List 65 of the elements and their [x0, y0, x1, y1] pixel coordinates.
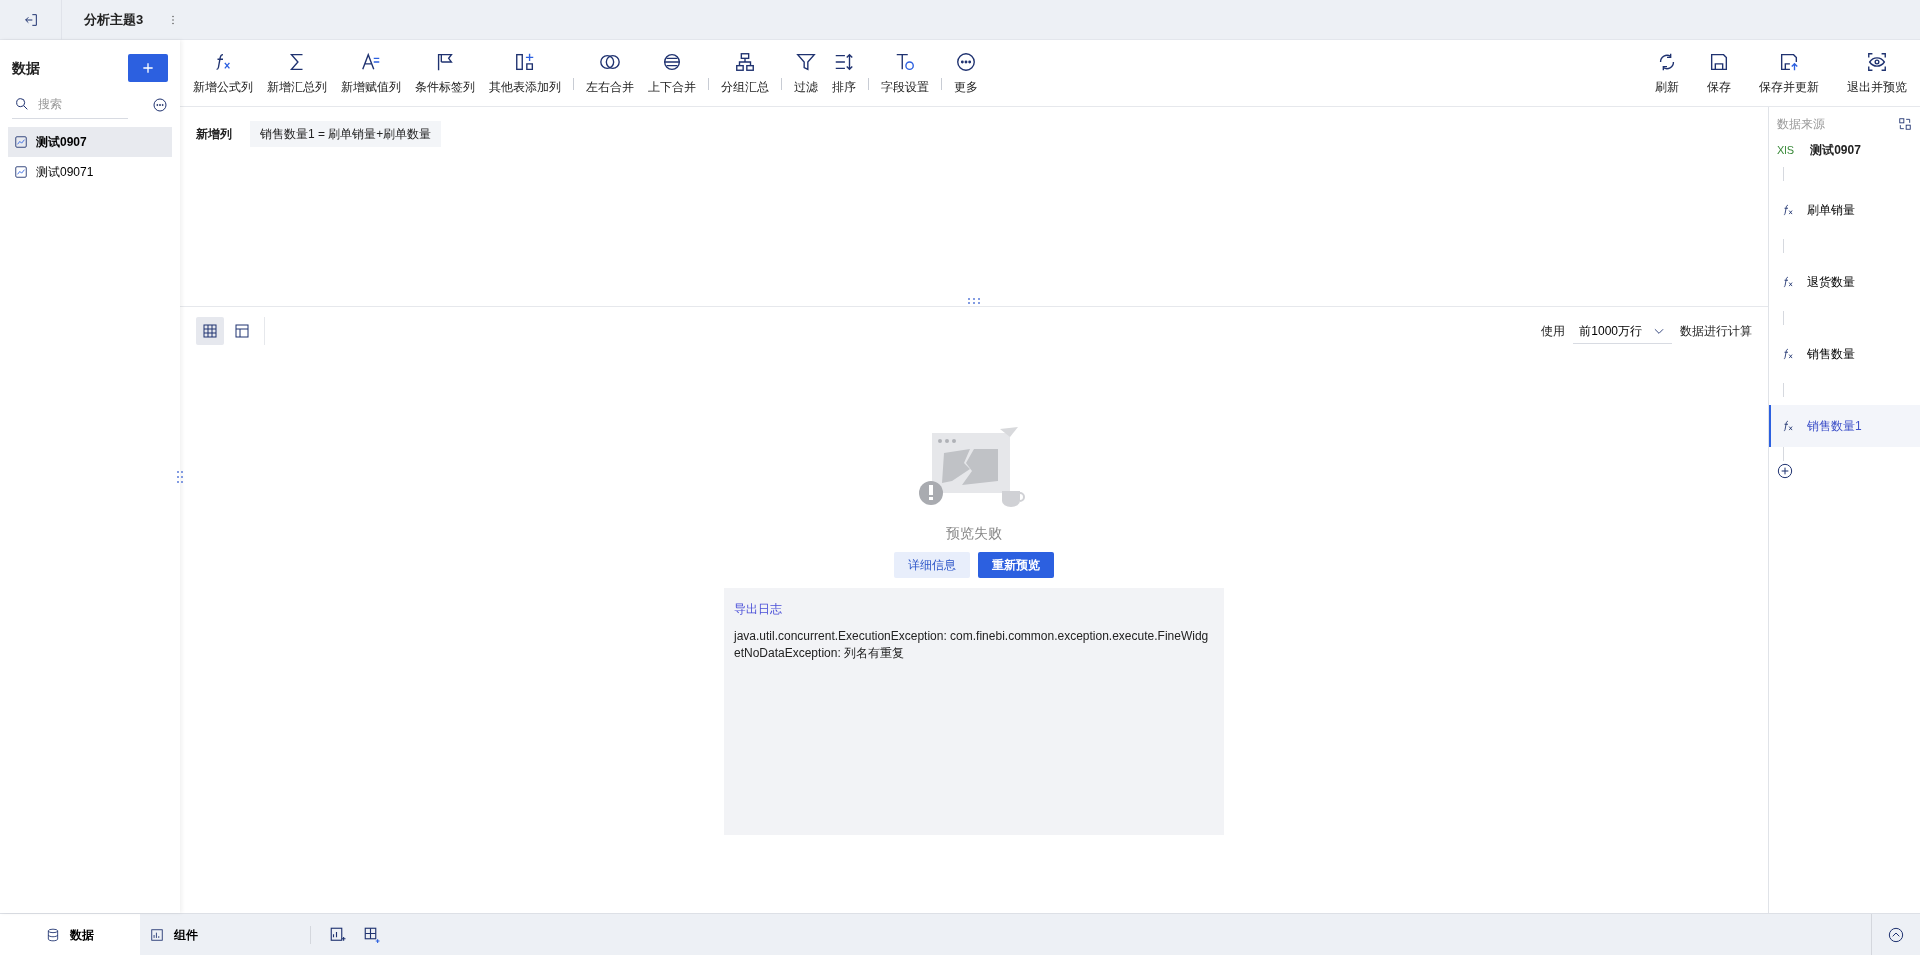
- lineage-step[interactable]: 销售数量: [1769, 333, 1920, 375]
- add-step-icon: [1777, 462, 1793, 479]
- lineage-step[interactable]: 刷单销量: [1769, 189, 1920, 231]
- chart-icon: [150, 927, 164, 942]
- toolbar-button[interactable]: 更多: [951, 50, 981, 96]
- more-icon: [955, 50, 977, 73]
- log-text: java.util.concurrent.ExecutionException: com.finebi.common.exception.execute.FineWidgetNoDataException: 列名有重复: [734, 628, 1210, 662]
- bottom-tab[interactable]: 组件: [140, 913, 280, 955]
- formula-icon: [1781, 347, 1795, 361]
- toolbar-button[interactable]: 排序: [829, 50, 859, 96]
- toolbar-button[interactable]: 字段设置: [878, 50, 932, 96]
- toolbar-button[interactable]: 新增赋值列: [338, 50, 404, 96]
- table-icon: [202, 323, 218, 339]
- details-button[interactable]: 详细信息: [894, 552, 970, 578]
- lineage-step[interactable]: 销售数量1: [1769, 405, 1920, 447]
- sidebar-title: 数据: [12, 58, 40, 78]
- toolbar-button[interactable]: 过滤: [791, 50, 821, 96]
- section-label: 新增列: [196, 126, 232, 143]
- add-table-icon: [363, 925, 381, 944]
- file-type-label: XlS: [1777, 142, 1795, 158]
- toolbar-button[interactable]: 条件标签列: [412, 50, 478, 96]
- formula-icon: [1781, 275, 1795, 289]
- expand-icon: [1888, 926, 1904, 943]
- toolbar-button[interactable]: 其他表添加列: [486, 50, 564, 96]
- formula-icon: [1781, 419, 1795, 433]
- sidebar-item[interactable]: 测试09071: [8, 157, 172, 187]
- toolbar-button[interactable]: 分组汇总: [718, 50, 772, 96]
- error-message: 预览失败: [946, 524, 1002, 543]
- table-chart-icon: [14, 165, 28, 179]
- layout-icon: [234, 323, 250, 339]
- lineage-step[interactable]: 退货数量: [1769, 261, 1920, 303]
- exit-icon: [22, 11, 39, 28]
- toolbar-button[interactable]: 保存并更新: [1756, 50, 1822, 96]
- formula-icon: [1781, 203, 1795, 217]
- database-icon: [46, 927, 60, 942]
- table-chart-icon: [14, 135, 28, 149]
- retry-button[interactable]: 重新预览: [978, 552, 1054, 578]
- add-button[interactable]: [128, 54, 168, 82]
- drag-handle-icon[interactable]: [967, 297, 981, 305]
- view-toggle[interactable]: [196, 317, 224, 345]
- formula-expression[interactable]: 销售数量1 = 刷单销量+刷单数量: [250, 121, 442, 147]
- toolbar-button[interactable]: 新增汇总列: [264, 50, 330, 96]
- toolbar-button[interactable]: 上下合并: [645, 50, 699, 96]
- sidebar-item[interactable]: 测试0907: [8, 127, 172, 157]
- use-label: 使用: [1541, 323, 1566, 340]
- plus-icon: [140, 60, 156, 76]
- toolbar-button[interactable]: 刷新: [1652, 50, 1682, 96]
- search-icon: [14, 96, 30, 112]
- bottom-tab[interactable]: 数据: [0, 913, 140, 955]
- toolbar-button[interactable]: 退出并预览: [1844, 50, 1910, 96]
- panel-title: 数据来源: [1777, 116, 1825, 133]
- source-name: 测试0907: [1810, 142, 1861, 159]
- toolbar-button[interactable]: 左右合并: [583, 50, 637, 96]
- tab-title[interactable]: 分析主题3: [84, 9, 144, 30]
- more-icon: [152, 96, 168, 113]
- swap-icon: [1898, 117, 1912, 131]
- toolbar-button[interactable]: 新增公式列: [190, 50, 256, 96]
- eye-icon: [1866, 50, 1888, 73]
- compute-label: 数据进行计算: [1680, 323, 1752, 340]
- export-log-link[interactable]: 导出日志: [734, 602, 782, 616]
- resize-handle-icon[interactable]: [176, 470, 184, 484]
- toolbar-button[interactable]: 保存: [1704, 50, 1734, 96]
- add-chart-icon: [329, 925, 347, 944]
- hierarchy-icon: [734, 50, 756, 73]
- row-limit-dropdown[interactable]: 前1000万行: [1573, 318, 1672, 344]
